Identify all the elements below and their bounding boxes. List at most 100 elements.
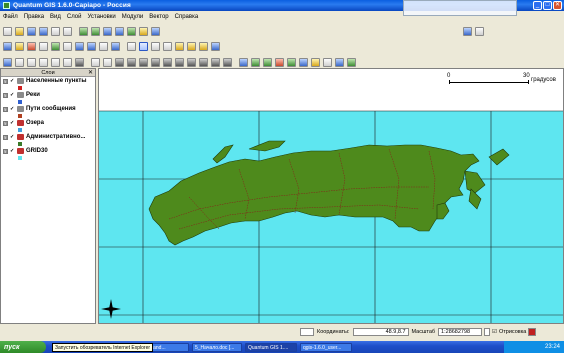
- add-postgis-layer-icon[interactable]: [103, 26, 112, 36]
- grid-plugin-icon[interactable]: [347, 57, 356, 67]
- map-canvas[interactable]: 0 30 градусов: [98, 68, 564, 324]
- expand-toggle-icon[interactable]: ⊟: [3, 148, 8, 154]
- start-button[interactable]: пуск: [0, 341, 46, 353]
- add-raster-layer-icon[interactable]: [91, 26, 100, 36]
- cut-features-icon[interactable]: [99, 41, 108, 51]
- layer-item[interactable]: ⊟ ✓ Населенные пункты: [1, 77, 95, 91]
- expand-toggle-icon[interactable]: ⊟: [3, 92, 8, 98]
- offset-curve-icon[interactable]: [175, 57, 184, 67]
- vertex-add-icon[interactable]: [15, 57, 24, 67]
- layer-item[interactable]: ⊟ ✓ Пути сообщения: [1, 105, 95, 119]
- print-icon[interactable]: [63, 26, 72, 36]
- task-qgis[interactable]: Quantum GIS 1....: [245, 342, 297, 352]
- expand-toggle-icon[interactable]: ⊟: [3, 120, 8, 126]
- new-shapefile-icon[interactable]: [139, 26, 148, 36]
- label-icon[interactable]: [323, 57, 332, 67]
- visibility-checkbox-icon[interactable]: ✓: [10, 120, 15, 126]
- layer-item[interactable]: ⊟ ✓ Административно...: [1, 133, 95, 147]
- copy-features-icon[interactable]: [63, 41, 72, 51]
- help-icon[interactable]: [463, 26, 472, 36]
- task-land[interactable]: land...: [149, 342, 189, 352]
- reshape-icon[interactable]: [163, 57, 172, 67]
- render-checkbox-icon[interactable]: ☑: [492, 329, 497, 335]
- undo-icon[interactable]: [63, 57, 72, 67]
- vertex-move-icon[interactable]: [27, 57, 36, 67]
- delete-part-icon[interactable]: [151, 57, 160, 67]
- split-parts-icon[interactable]: [187, 57, 196, 67]
- remove-layer-icon[interactable]: [151, 26, 160, 36]
- menu-vector[interactable]: Вектор: [149, 14, 168, 20]
- layer-item[interactable]: ⊟ ✓ Реки: [1, 91, 95, 105]
- redo-icon[interactable]: [75, 57, 84, 67]
- visibility-checkbox-icon[interactable]: ✓: [10, 106, 15, 112]
- split-icon[interactable]: [39, 57, 48, 67]
- north-arrow-plugin-icon[interactable]: [335, 57, 344, 67]
- layer-item[interactable]: ⊟ ✓ GRID30: [1, 147, 95, 161]
- add-spatialite-layer-icon[interactable]: [115, 26, 124, 36]
- expand-toggle-icon[interactable]: ⊟: [3, 134, 8, 140]
- stop-render-icon[interactable]: [484, 327, 491, 336]
- visibility-checkbox-icon[interactable]: ✓: [10, 148, 15, 154]
- refresh-icon[interactable]: [211, 41, 220, 51]
- fill-ring-icon[interactable]: [211, 57, 220, 67]
- rotate-icon[interactable]: [91, 57, 100, 67]
- map-svg[interactable]: [99, 69, 564, 324]
- zoom-selection-icon[interactable]: [199, 41, 208, 51]
- visibility-checkbox-icon[interactable]: ✓: [10, 92, 15, 98]
- new-bookmark-icon[interactable]: [287, 57, 296, 67]
- new-project-icon[interactable]: [3, 26, 12, 36]
- zoom-in-icon[interactable]: [151, 41, 160, 51]
- zoom-full-icon[interactable]: [175, 41, 184, 51]
- merge-attr-icon[interactable]: [223, 57, 232, 67]
- node-tool-icon[interactable]: [51, 41, 60, 51]
- menu-plugins[interactable]: Модули: [122, 14, 144, 20]
- menu-file[interactable]: Файл: [3, 14, 18, 20]
- close-button[interactable]: ✕: [553, 1, 562, 10]
- expand-toggle-icon[interactable]: ⊟: [3, 78, 8, 84]
- minimize-button[interactable]: _: [533, 1, 542, 10]
- delete-ring-icon[interactable]: [139, 57, 148, 67]
- layer-item[interactable]: ⊟ ✓ Озера: [1, 119, 95, 133]
- menu-layer[interactable]: Слой: [67, 14, 82, 20]
- save-project-icon[interactable]: [27, 26, 36, 36]
- open-project-icon[interactable]: [15, 26, 24, 36]
- edit-icon[interactable]: [27, 41, 36, 51]
- identify-icon[interactable]: [239, 57, 248, 67]
- layers-panel-close-icon[interactable]: ✕: [88, 69, 93, 77]
- add-part-icon[interactable]: [127, 57, 136, 67]
- whats-this-icon[interactable]: [475, 26, 484, 36]
- scale-value[interactable]: 1:28682798: [438, 327, 483, 336]
- attribute-table-icon[interactable]: [87, 41, 96, 51]
- select-icon[interactable]: [139, 41, 148, 51]
- annotation-icon[interactable]: [311, 57, 320, 67]
- map-tips-icon[interactable]: [275, 57, 284, 67]
- maximize-button[interactable]: □: [543, 1, 552, 10]
- visibility-checkbox-icon[interactable]: ✓: [10, 78, 15, 84]
- add-wms-layer-icon[interactable]: [127, 26, 136, 36]
- task-manual[interactable]: qgis-1.6.0_user...: [300, 342, 352, 352]
- show-bookmarks-icon[interactable]: [299, 57, 308, 67]
- menu-help[interactable]: Справка: [175, 14, 199, 20]
- add-ring-icon[interactable]: [115, 57, 124, 67]
- print-composer-icon[interactable]: [51, 26, 60, 36]
- menu-view[interactable]: Вид: [50, 14, 61, 20]
- move-feature-icon[interactable]: [39, 41, 48, 51]
- menu-edit[interactable]: Правка: [24, 14, 44, 20]
- measure-area-icon[interactable]: [263, 57, 272, 67]
- node-icon[interactable]: [199, 57, 208, 67]
- crs-status-icon[interactable]: [528, 327, 537, 336]
- save-as-icon[interactable]: [39, 26, 48, 36]
- add-vector-layer-icon[interactable]: [79, 26, 88, 36]
- task-doc[interactable]: 5_Начало.doc [...: [192, 342, 242, 352]
- visibility-checkbox-icon[interactable]: ✓: [10, 134, 15, 140]
- add-feature-icon[interactable]: [15, 41, 24, 51]
- coords-toggle-icon[interactable]: [300, 327, 314, 336]
- expand-toggle-icon[interactable]: ⊟: [3, 106, 8, 112]
- paste-features-icon[interactable]: [111, 41, 120, 51]
- layer-properties-icon[interactable]: [75, 41, 84, 51]
- measure-line-icon[interactable]: [251, 57, 260, 67]
- zoom-layer-icon[interactable]: [187, 41, 196, 51]
- digitize-icon[interactable]: [3, 41, 12, 51]
- menu-settings[interactable]: Установки: [88, 14, 116, 20]
- zoom-out-icon[interactable]: [163, 41, 172, 51]
